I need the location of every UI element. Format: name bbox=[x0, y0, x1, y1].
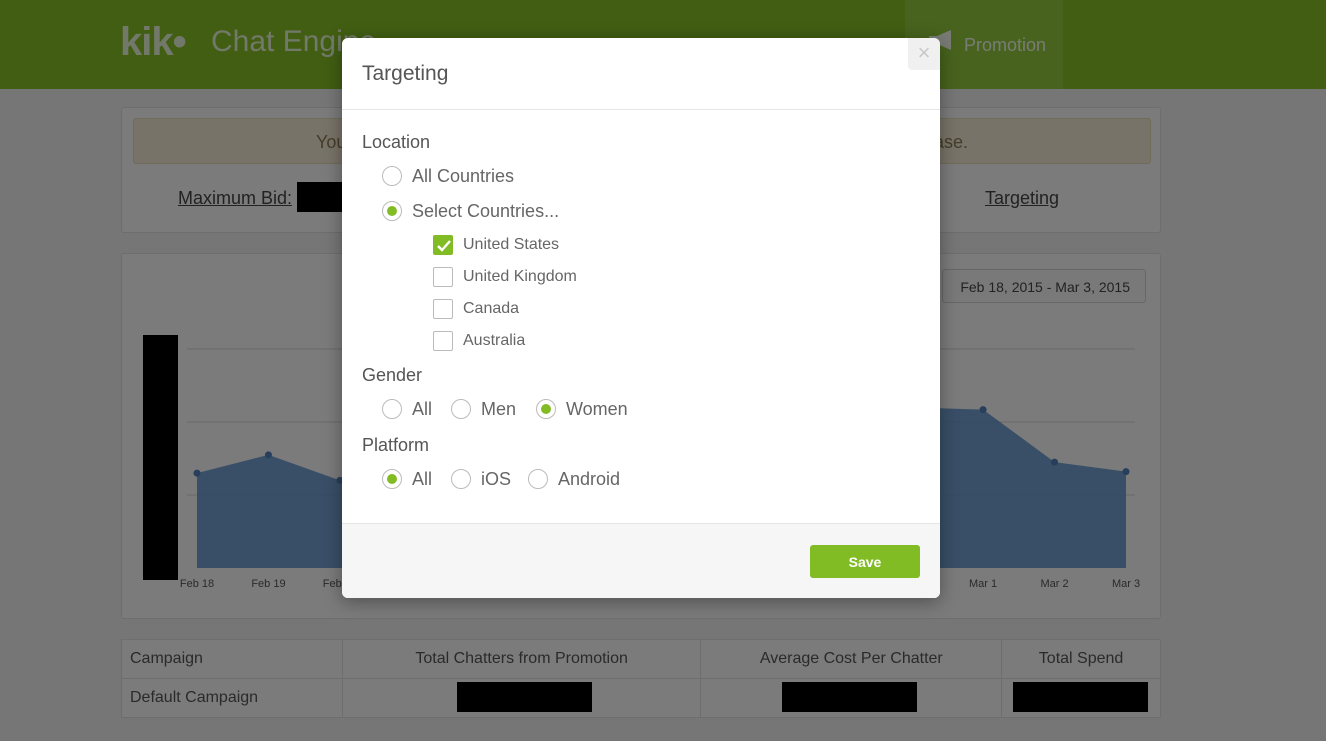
checkmark-icon bbox=[437, 240, 451, 252]
checkbox-canada-label: Canada bbox=[463, 300, 520, 317]
radio-all-countries-circle[interactable] bbox=[382, 166, 402, 186]
radio-platform-android-circle[interactable] bbox=[528, 469, 548, 489]
checkbox-united-kingdom-label: United Kingdom bbox=[463, 268, 577, 285]
checkbox-united-states-box[interactable] bbox=[433, 235, 453, 255]
close-icon[interactable]: × bbox=[908, 38, 940, 70]
save-button[interactable]: Save bbox=[810, 545, 920, 578]
gender-label: Gender bbox=[362, 365, 423, 385]
radio-all-countries-label: All Countries bbox=[412, 166, 515, 186]
radio-gender-men-label: Men bbox=[481, 399, 517, 419]
radio-platform-all-circle[interactable] bbox=[382, 469, 402, 489]
modal-footer: Save bbox=[342, 523, 940, 598]
radio-platform-ios-circle[interactable] bbox=[451, 469, 471, 489]
targeting-modal: Targeting × Location All Countries Selec… bbox=[342, 38, 940, 598]
radio-platform-all-label: All bbox=[412, 469, 433, 489]
location-label: Location bbox=[362, 132, 431, 152]
radio-gender-all-circle[interactable] bbox=[382, 399, 402, 419]
radio-gender-men-circle[interactable] bbox=[451, 399, 471, 419]
checkbox-australia-box[interactable] bbox=[433, 331, 453, 351]
checkbox-canada-box[interactable] bbox=[433, 299, 453, 319]
radio-gender-women-circle[interactable] bbox=[536, 399, 556, 419]
checkbox-united-states-label: United States bbox=[463, 236, 560, 253]
radio-select-countries-label: Select Countries... bbox=[412, 201, 560, 221]
modal-header: Targeting × bbox=[342, 38, 940, 110]
radio-gender-women-label: Women bbox=[566, 399, 628, 419]
platform-label: Platform bbox=[362, 435, 430, 455]
radio-platform-android-label: Android bbox=[558, 469, 621, 489]
radio-gender-all-label: All bbox=[412, 399, 433, 419]
modal-title: Targeting bbox=[362, 62, 449, 85]
checkbox-australia-label: Australia bbox=[463, 332, 526, 349]
checkbox-united-kingdom-box[interactable] bbox=[433, 267, 453, 287]
radio-platform-ios-label: iOS bbox=[481, 469, 512, 489]
radio-select-countries-circle[interactable] bbox=[382, 201, 402, 221]
